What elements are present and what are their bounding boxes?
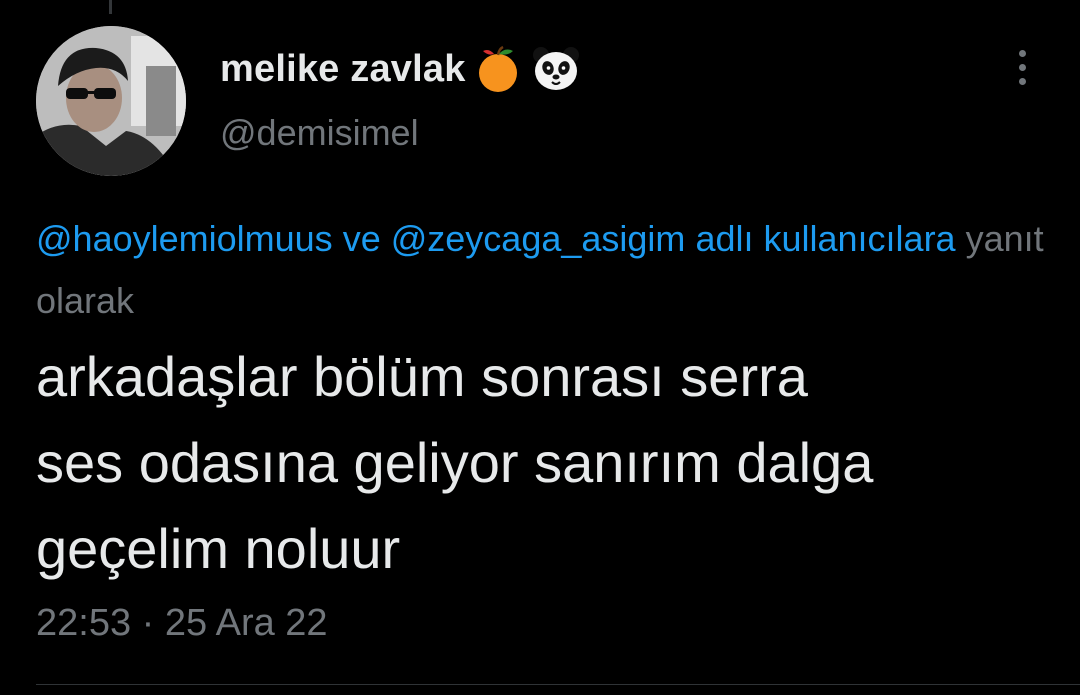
- panda-emoji-icon: [532, 47, 579, 90]
- tweet-text-line: arkadaşlar bölüm sonrası serra: [36, 345, 808, 408]
- divider: [36, 684, 1080, 685]
- avatar-image: [36, 26, 186, 176]
- reply-context: @haoylemiolmuus ve @zeycaga_asigim adlı …: [36, 208, 1046, 332]
- avatar[interactable]: [36, 26, 186, 176]
- tweet-text-line: ses odasına geliyor sanırım dalga: [36, 431, 874, 494]
- author-display-name[interactable]: melike zavlak: [220, 48, 466, 91]
- author-handle[interactable]: @demisimel: [220, 112, 419, 154]
- more-vertical-icon[interactable]: [1006, 48, 1040, 88]
- tweet-time[interactable]: 22:53: [36, 602, 131, 644]
- reply-mention-2[interactable]: @zeycaga_asigim: [391, 218, 686, 259]
- reply-conjunction[interactable]: ve: [343, 218, 381, 259]
- reply-mention-1[interactable]: @haoylemiolmuus: [36, 218, 333, 259]
- tweet-date[interactable]: 25 Ara 22: [165, 602, 328, 644]
- tweet-text: arkadaşlar bölüm sonrası serra ses odası…: [36, 334, 1046, 592]
- thread-connector-line: [109, 0, 112, 14]
- tweet-text-line: geçelim noluur: [36, 517, 401, 580]
- tweet-timestamp[interactable]: 22:53 · 25 Ara 22: [36, 602, 328, 645]
- orange-emoji-icon: [478, 45, 517, 92]
- author-name-row[interactable]: melike zavlak: [220, 44, 582, 94]
- timestamp-separator: ·: [141, 602, 155, 644]
- reply-mention-suffix[interactable]: adlı kullanıcılara: [695, 218, 955, 259]
